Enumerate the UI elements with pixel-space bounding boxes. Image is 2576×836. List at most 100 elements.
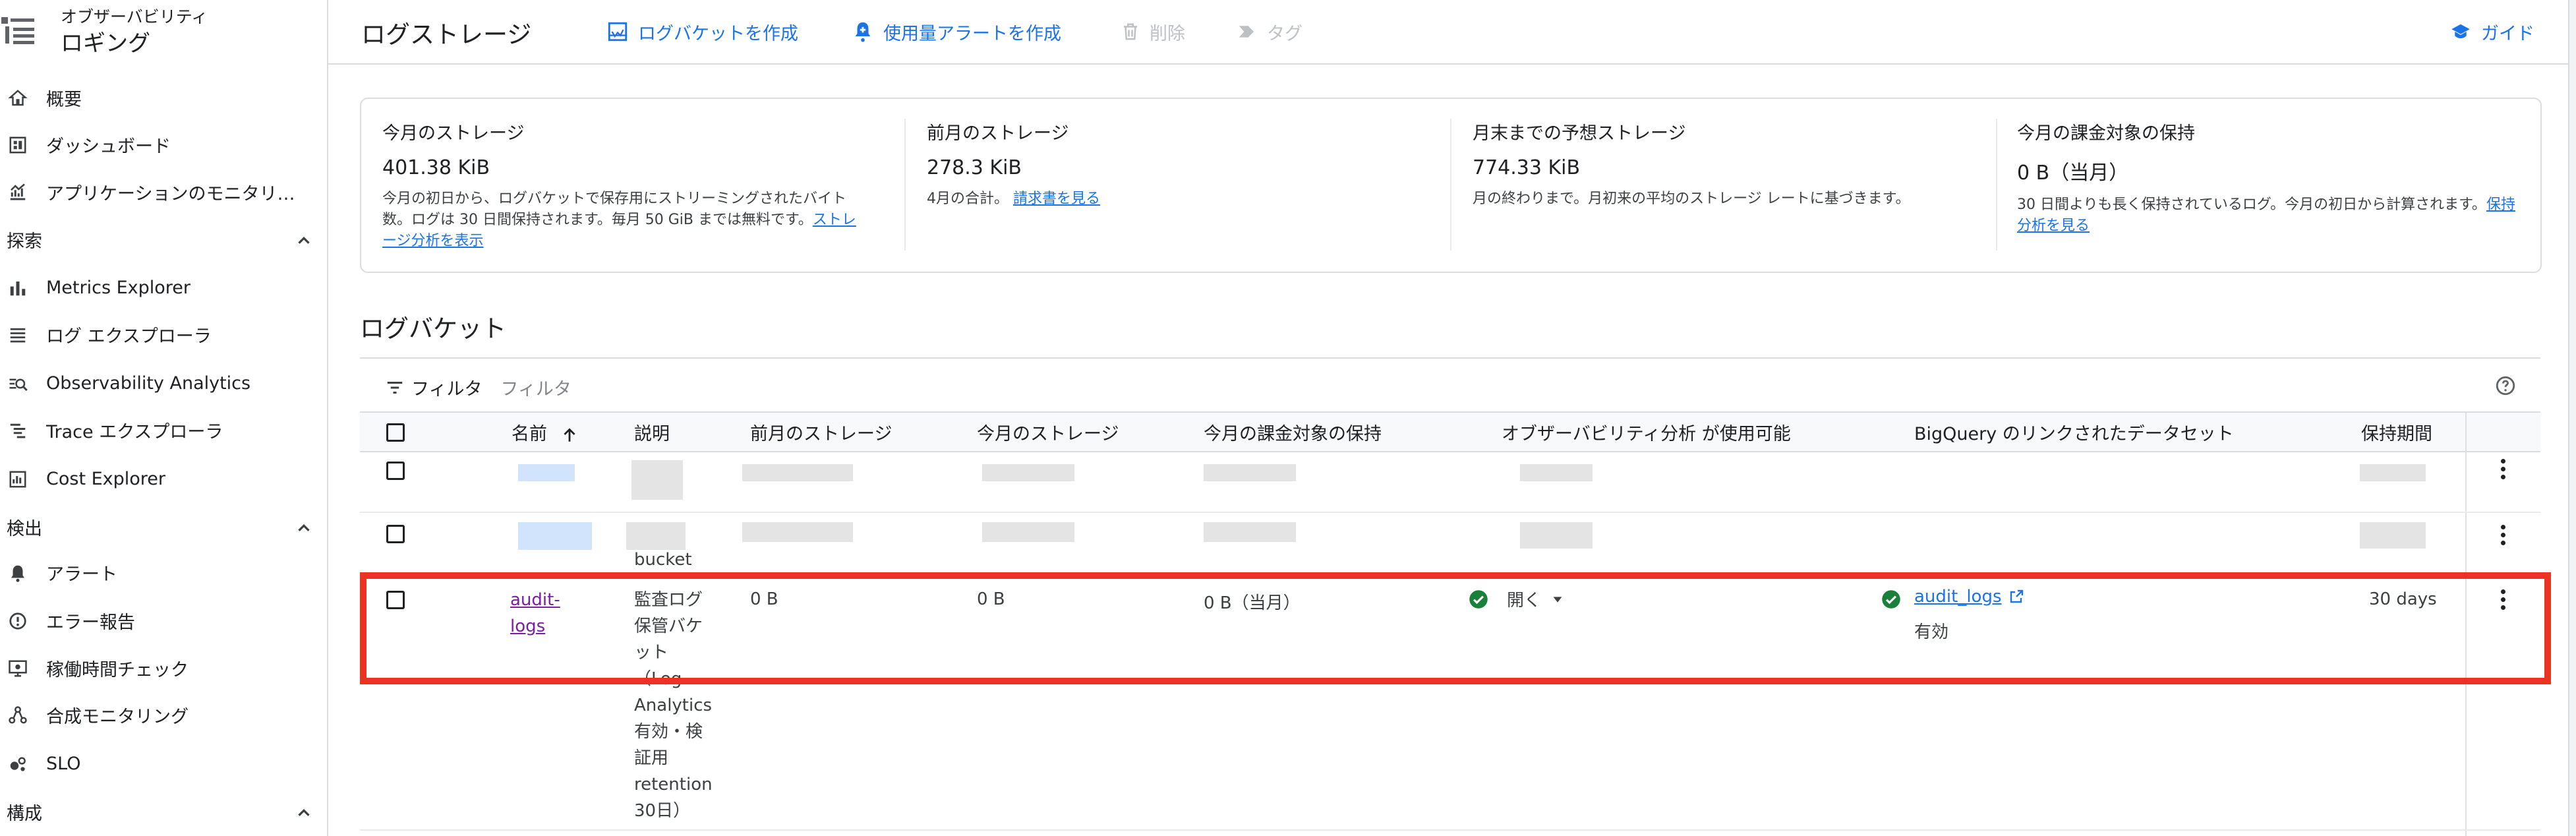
stat-projected: 月末までの予想ストレージ 774.33 KiB 月の終わりまで。月初来の平均のス… bbox=[1473, 119, 1993, 210]
help-icon[interactable] bbox=[2494, 374, 2517, 397]
page-title: ログストレージ bbox=[361, 20, 532, 49]
select-all-checkbox[interactable] bbox=[386, 423, 405, 442]
view-invoice-link[interactable]: 請求書を見る bbox=[1013, 191, 1100, 207]
create-usage-alert-button[interactable]: 使用量アラートを作成 bbox=[852, 17, 1061, 46]
column-header-cur-storage[interactable]: 今月のストレージ bbox=[977, 419, 1119, 445]
chevron-up-icon[interactable] bbox=[294, 518, 314, 538]
sidebar-item-label: SLO bbox=[46, 753, 81, 774]
arrow-up-icon[interactable] bbox=[561, 427, 578, 444]
sidebar-item-overview[interactable]: 概要 bbox=[0, 74, 326, 121]
sidebar-item-error-reporting[interactable]: エラー報告 bbox=[0, 597, 326, 644]
column-header-description[interactable]: 説明 bbox=[634, 419, 670, 445]
description-line: 証用 bbox=[634, 748, 669, 768]
description-line: 有効・検 bbox=[634, 722, 703, 742]
description-line: 30日） bbox=[634, 801, 691, 821]
filter-input[interactable]: フィルタ bbox=[500, 374, 571, 400]
scrollbar[interactable] bbox=[2568, 0, 2576, 836]
redacted-value bbox=[742, 464, 853, 481]
tag-label: タグ bbox=[1267, 23, 1303, 44]
more-vert-icon[interactable] bbox=[2501, 525, 2506, 549]
delete-label: 削除 bbox=[1150, 23, 1185, 44]
synthetic-icon bbox=[9, 706, 27, 724]
stat-billable-retention: 今月の課金対象の保持 0 B（当月） 30 日間よりも長く保持されているログ。今… bbox=[2017, 119, 2518, 237]
stat-description: 30 日間よりも長く保持されているログ。今月の初日から計算されます。保持分析を見… bbox=[2017, 194, 2518, 237]
sidebar-item-label: Metrics Explorer bbox=[46, 277, 191, 298]
sidebar-item-label: 合成モニタリング bbox=[46, 706, 189, 727]
sidebar-item-observability-analytics[interactable]: Observability Analytics bbox=[0, 359, 326, 407]
tag-icon bbox=[1239, 26, 1254, 38]
redacted-value bbox=[2360, 522, 2426, 549]
school-icon bbox=[2451, 24, 2470, 38]
sidebar-item-trace-explorer[interactable]: Trace エクスプローラ bbox=[0, 406, 326, 454]
stat-current-month: 今月のストレージ 401.38 KiB 今月の初日から、ログバケットで保存用にス… bbox=[382, 119, 870, 252]
sidebar-item-label: アプリケーションのモニタリ… bbox=[46, 183, 295, 204]
column-header-prev-storage[interactable]: 前月のストレージ bbox=[750, 419, 892, 445]
column-header-retention[interactable]: 保持期間 bbox=[2361, 419, 2432, 445]
sidebar-item-uptime-checks[interactable]: 稼働時間チェック bbox=[0, 644, 326, 692]
sidebar-item-label: Cost Explorer bbox=[46, 468, 166, 489]
stat-value: 278.3 KiB bbox=[927, 156, 1022, 179]
sidebar-item-app-monitoring[interactable]: アプリケーションのモニタリ… bbox=[0, 168, 326, 216]
sidebar-item-logs-explorer[interactable]: ログ エクスプローラ bbox=[0, 311, 326, 358]
delete-button[interactable]: 削除 bbox=[1121, 17, 1185, 46]
stat-description-text: 4月の合計。 bbox=[927, 191, 1009, 207]
guide-button[interactable]: ガイド bbox=[2449, 17, 2534, 46]
toolbar: ログストレージ ログバケットを作成 使用量アラートを作成 削除 タグ ガイド bbox=[327, 0, 2576, 65]
home-icon bbox=[8, 90, 28, 106]
column-header-billable-retention[interactable]: 今月の課金対象の保持 bbox=[1204, 419, 1382, 445]
storage-summary-card: 今月のストレージ 401.38 KiB 今月の初日から、ログバケットで保存用にス… bbox=[360, 98, 2542, 273]
error-icon bbox=[9, 612, 26, 630]
divider bbox=[904, 119, 906, 251]
chevron-up-icon[interactable] bbox=[294, 231, 314, 251]
stat-title: 今月のストレージ bbox=[382, 123, 525, 144]
section-detect-title[interactable]: 検出 bbox=[7, 514, 42, 540]
add-alert-icon bbox=[855, 22, 871, 42]
redacted-description bbox=[631, 460, 683, 500]
stat-description-text: 30 日間よりも長く保持されているログ。今月の初日から計算されます。 bbox=[2017, 196, 2486, 213]
redacted-value bbox=[982, 522, 1074, 542]
chevron-up-icon[interactable] bbox=[294, 803, 314, 823]
redacted-value bbox=[742, 522, 853, 542]
section-configure-title[interactable]: 構成 bbox=[7, 799, 42, 825]
sidebar-item-cost-explorer[interactable]: Cost Explorer bbox=[0, 455, 326, 502]
sidebar-item-label: Observability Analytics bbox=[46, 373, 251, 394]
stat-value: 401.38 KiB bbox=[382, 156, 490, 179]
guide-label: ガイド bbox=[2481, 23, 2534, 44]
sidebar-item-label: アラート bbox=[46, 564, 117, 585]
list-icon bbox=[10, 328, 26, 343]
sidebar-item-label: ログ エクスプローラ bbox=[46, 326, 212, 347]
description-line: retention bbox=[634, 775, 713, 794]
app-subtitle: オブザーバビリティ bbox=[61, 7, 208, 26]
column-header-analytics[interactable]: オブザーバビリティ分析 が使用可能 bbox=[1502, 419, 1791, 445]
more-vert-icon[interactable] bbox=[2501, 459, 2506, 483]
stat-value: 0 B（当月） bbox=[2017, 162, 2129, 185]
row-checkbox[interactable] bbox=[386, 525, 405, 543]
analytics-icon bbox=[9, 378, 28, 392]
divider bbox=[1450, 119, 1451, 251]
column-header-name[interactable]: 名前 bbox=[512, 419, 578, 445]
sidebar-item-label: エラー報告 bbox=[46, 612, 135, 633]
stat-description: 月の終わりまで。月初来の平均のストレージ レートに基づきます。 bbox=[1473, 191, 1910, 207]
divider bbox=[360, 451, 2540, 452]
description-line: Analytics bbox=[634, 696, 713, 715]
create-bucket-button[interactable]: ログバケットを作成 bbox=[606, 17, 798, 46]
column-header-bigquery[interactable]: BigQuery のリンクされたデータセット bbox=[1914, 419, 2234, 445]
tag-button[interactable]: タグ bbox=[1235, 17, 1303, 46]
stat-description: 今月の初日から、ログバケットで保存用にストリーミングされたバイト数。ログは 30… bbox=[382, 189, 870, 252]
stat-description-text: 今月の初日から、ログバケットで保存用にストリーミングされたバイト数。ログは 30… bbox=[382, 191, 847, 228]
app-monitoring-icon bbox=[10, 183, 26, 200]
dashboard-icon bbox=[9, 136, 26, 154]
divider bbox=[1996, 119, 1997, 251]
sidebar-item-alerting[interactable]: アラート bbox=[0, 549, 326, 596]
redacted-value bbox=[2360, 464, 2426, 481]
sidebar-item-synthetic-monitoring[interactable]: 合成モニタリング bbox=[0, 691, 326, 738]
sidebar-item-slo[interactable]: SLO bbox=[0, 740, 326, 787]
filter-bar[interactable]: フィルタ フィルタ bbox=[385, 374, 571, 400]
row-checkbox[interactable] bbox=[386, 462, 405, 480]
sidebar-item-dashboards[interactable]: ダッシュボード bbox=[0, 121, 326, 168]
section-explore-title[interactable]: 探索 bbox=[7, 227, 42, 253]
sidebar-item-metrics-explorer[interactable]: Metrics Explorer bbox=[0, 264, 326, 311]
logging-product-icon bbox=[0, 12, 37, 49]
bucket-icon bbox=[608, 22, 628, 42]
sidebar-item-label: 稼働時間チェック bbox=[46, 659, 189, 680]
